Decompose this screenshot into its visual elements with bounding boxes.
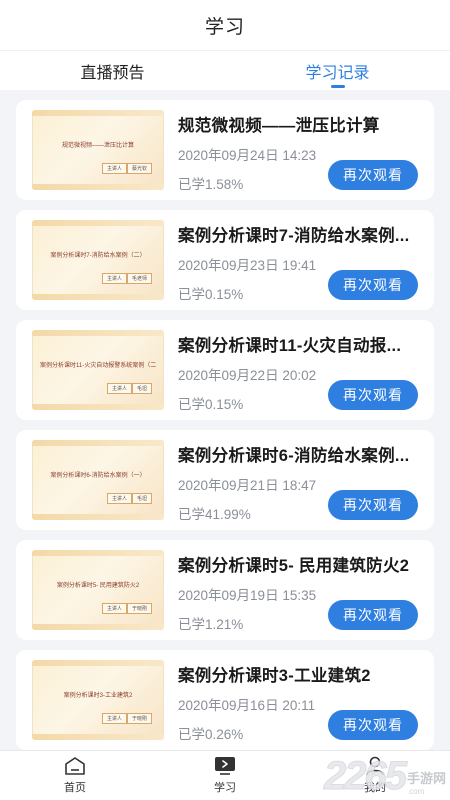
thumbnail-lecturer-tag: 主讲人 于晓刚 <box>101 603 152 614</box>
thumbnail-tag-label: 主讲人 <box>106 493 132 504</box>
nav-label: 我的 <box>364 782 386 794</box>
thumbnail-tag-name: 蔡光钦 <box>126 163 152 174</box>
bottom-navigation: 首页 学习 我的 <box>0 750 450 800</box>
record-info: 案例分析课时5- 民用建筑防火2 2020年09月19日 15:35 已学1.2… <box>178 550 418 632</box>
record-card[interactable]: 案例分析课时3-工业建筑2 主讲人 于晓刚 案例分析课时3-工业建筑2 2020… <box>16 650 434 750</box>
tab-label: 学习记录 <box>305 64 370 82</box>
record-title[interactable]: 案例分析课时3-工业建筑2 <box>178 662 418 686</box>
thumbnail-tag-label: 主讲人 <box>101 273 127 284</box>
nav-label: 学习 <box>214 782 236 794</box>
video-thumbnail[interactable]: 案例分析课时3-工业建筑2 主讲人 于晓刚 <box>32 660 164 740</box>
thumbnail-tag-label: 主讲人 <box>101 713 127 724</box>
home-icon <box>65 757 85 775</box>
video-thumbnail[interactable]: 案例分析课时6-消防给水案例（一） 主讲人 毛坦 <box>32 440 164 520</box>
thumbnail-title: 规范微视频——泄压比计算 <box>61 143 134 149</box>
record-info: 案例分析课时6-消防给水案例... 2020年09月21日 18:47 已学41… <box>178 440 418 522</box>
thumbnail-lecturer-tag: 主讲人 毛老师 <box>101 273 152 284</box>
nav-item-study[interactable]: 学习 <box>150 751 300 800</box>
play-screen-icon <box>215 757 235 775</box>
nav-item-mine[interactable]: 我的 <box>300 751 450 800</box>
thumbnail-title: 案例分析课时7-消防给水案例（二） <box>50 253 146 259</box>
record-info: 案例分析课时3-工业建筑2 2020年09月16日 20:11 已学0.26% … <box>178 660 418 742</box>
replay-button[interactable]: 再次观看 <box>328 710 418 740</box>
thumbnail-title: 案例分析课时5- 民用建筑防火2 <box>56 583 140 589</box>
replay-button[interactable]: 再次观看 <box>328 160 418 190</box>
thumbnail-tag-name: 于晓刚 <box>126 713 152 724</box>
app-header: 学习 <box>0 0 450 50</box>
record-title[interactable]: 案例分析课时7-消防给水案例... <box>178 222 418 246</box>
thumbnail-lecturer-tag: 主讲人 毛坦 <box>106 383 152 394</box>
thumbnail-lecturer-tag: 主讲人 蔡光钦 <box>101 163 152 174</box>
replay-button[interactable]: 再次观看 <box>328 600 418 630</box>
record-info: 案例分析课时11-火灾自动报... 2020年09月22日 20:02 已学0.… <box>178 330 418 412</box>
record-title[interactable]: 规范微视频——泄压比计算 <box>178 112 418 136</box>
thumbnail-lecturer-tag: 主讲人 毛坦 <box>106 493 152 504</box>
thumbnail-tag-label: 主讲人 <box>106 383 132 394</box>
thumbnail-title: 案例分析课时6-消防给水案例（一） <box>50 473 146 479</box>
page-title: 学习 <box>204 16 245 38</box>
thumbnail-tag-label: 主讲人 <box>101 163 127 174</box>
replay-button[interactable]: 再次观看 <box>328 490 418 520</box>
nav-label: 首页 <box>64 782 86 794</box>
record-info: 规范微视频——泄压比计算 2020年09月24日 14:23 已学1.58% 再… <box>178 110 418 192</box>
thumbnail-tag-label: 主讲人 <box>101 603 127 614</box>
tab-label: 直播预告 <box>80 64 145 82</box>
record-list: 规范微视频——泄压比计算 主讲人 蔡光钦 规范微视频——泄压比计算 2020年0… <box>0 90 450 750</box>
record-card[interactable]: 案例分析课时6-消防给水案例（一） 主讲人 毛坦 案例分析课时6-消防给水案例.… <box>16 430 434 530</box>
thumbnail-title: 案例分析课时3-工业建筑2 <box>63 693 133 699</box>
thumbnail-tag-name: 毛坦 <box>131 493 152 504</box>
nav-item-home[interactable]: 首页 <box>0 751 150 800</box>
video-thumbnail[interactable]: 案例分析课时7-消防给水案例（二） 主讲人 毛老师 <box>32 220 164 300</box>
record-title[interactable]: 案例分析课时5- 民用建筑防火2 <box>178 552 418 576</box>
thumbnail-tag-name: 于晓刚 <box>126 603 152 614</box>
record-title[interactable]: 案例分析课时11-火灾自动报... <box>178 332 418 356</box>
thumbnail-title: 案例分析课时11-火灾自动报警系统案例（二） <box>40 363 156 369</box>
thumbnail-lecturer-tag: 主讲人 于晓刚 <box>101 713 152 724</box>
replay-button[interactable]: 再次观看 <box>328 270 418 300</box>
thumbnail-tag-name: 毛老师 <box>126 273 152 284</box>
record-card[interactable]: 案例分析课时5- 民用建筑防火2 主讲人 于晓刚 案例分析课时5- 民用建筑防火… <box>16 540 434 640</box>
thumbnail-tag-name: 毛坦 <box>131 383 152 394</box>
user-icon <box>366 756 384 776</box>
record-card[interactable]: 案例分析课时11-火灾自动报警系统案例（二） 主讲人 毛坦 案例分析课时11-火… <box>16 320 434 420</box>
tab-live-preview[interactable]: 直播预告 <box>0 51 225 90</box>
record-info: 案例分析课时7-消防给水案例... 2020年09月23日 19:41 已学0.… <box>178 220 418 302</box>
record-card[interactable]: 案例分析课时7-消防给水案例（二） 主讲人 毛老师 案例分析课时7-消防给水案例… <box>16 210 434 310</box>
video-thumbnail[interactable]: 案例分析课时11-火灾自动报警系统案例（二） 主讲人 毛坦 <box>32 330 164 410</box>
replay-button[interactable]: 再次观看 <box>328 380 418 410</box>
tab-bar: 直播预告 学习记录 <box>0 50 450 90</box>
record-title[interactable]: 案例分析课时6-消防给水案例... <box>178 442 418 466</box>
tab-study-records[interactable]: 学习记录 <box>225 51 450 90</box>
video-thumbnail[interactable]: 案例分析课时5- 民用建筑防火2 主讲人 于晓刚 <box>32 550 164 630</box>
record-card[interactable]: 规范微视频——泄压比计算 主讲人 蔡光钦 规范微视频——泄压比计算 2020年0… <box>16 100 434 200</box>
video-thumbnail[interactable]: 规范微视频——泄压比计算 主讲人 蔡光钦 <box>32 110 164 190</box>
